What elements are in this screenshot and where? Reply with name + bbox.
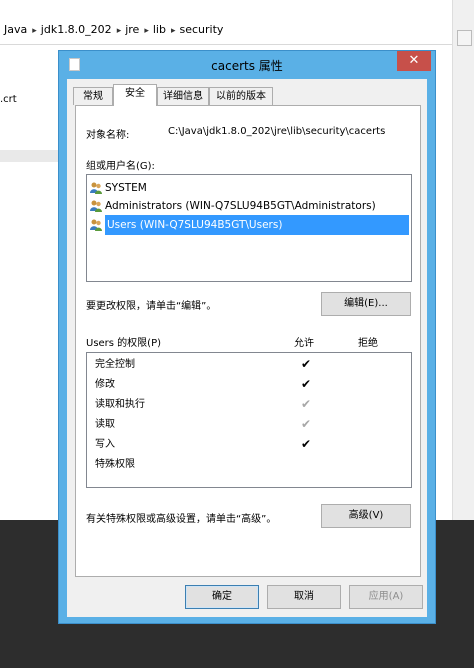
breadcrumb-item[interactable]: jre [125,23,139,36]
tab-security[interactable]: 安全 [113,84,157,106]
deny-header: 拒绝 [358,338,378,349]
address-bar[interactable]: Java ▸ jdk1.8.0_202 ▸ jre ▸ lib ▸ security [0,14,452,45]
allow-header: 允许 [294,338,314,349]
group-name: Users (WIN-Q7SLU94B5GT\Users) [105,215,409,235]
tab-general[interactable]: 常规 [73,87,113,105]
users-icon [89,218,103,232]
checkmark-icon: ✔ [301,417,312,431]
permission-name: 修改 [95,379,115,390]
list-item[interactable]: Administrators (WIN-Q7SLU94B5GT\Administ… [89,197,376,215]
advanced-button[interactable]: 高级(V) [321,504,411,528]
permissions-label: Users 的权限(P) [86,338,162,349]
chevron-right-icon: ▸ [32,26,37,36]
scroll-up-button[interactable] [457,30,472,46]
ok-button[interactable]: 确定 [185,585,259,609]
users-icon [89,181,103,195]
close-icon: ✕ [408,53,420,68]
breadcrumb-item[interactable]: Java [4,23,27,36]
groups-label: 组或用户名(G): [86,161,155,172]
checkmark-icon: ✔ [301,357,312,371]
permission-name: 特殊权限 [95,459,135,470]
cancel-button[interactable]: 取消 [267,585,341,609]
close-button[interactable]: ✕ [397,51,431,71]
permission-name: 读取和执行 [95,399,145,410]
group-name: SYSTEM [105,182,147,194]
security-tab-panel: 对象名称: C:\Java\jdk1.8.0_202\jre\lib\secur… [75,105,421,577]
permission-row: 特殊权限 [95,455,135,475]
permission-row: 写入 [95,435,115,455]
permission-name: 写入 [95,439,115,450]
scrollbar[interactable] [452,0,474,520]
edit-button[interactable]: 编辑(E)... [321,292,411,316]
list-item-selected[interactable]: Users (WIN-Q7SLU94B5GT\Users) [89,215,411,235]
properties-dialog: cacerts 属性 ✕ 常规 安全 详细信息 以前的版本 对象名称: C:\J… [58,50,436,624]
object-name-value: C:\Java\jdk1.8.0_202\jre\lib\security\ca… [168,126,386,137]
selection-strip [0,150,60,162]
object-name-label: 对象名称: [86,130,130,141]
file-name-fragment[interactable]: .crt [0,94,17,105]
permission-row: 读取 [95,415,115,435]
chevron-right-icon: ▸ [116,26,122,36]
checkmark-icon: ✔ [301,377,312,391]
breadcrumb-item[interactable]: jdk1.8.0_202 [41,23,112,36]
groups-listbox[interactable]: SYSTEM Administrators (WIN-Q7SLU94B5GT\A… [86,174,412,282]
list-item[interactable]: SYSTEM [89,179,147,197]
permission-row: 读取和执行 [95,395,145,415]
change-hint: 要更改权限，请单击“编辑”。 [86,301,217,312]
permission-name: 读取 [95,419,115,430]
permission-row: 完全控制 [95,355,135,375]
tab-details[interactable]: 详细信息 [157,87,209,105]
dialog-client: 常规 安全 详细信息 以前的版本 对象名称: C:\Java\jdk1.8.0_… [67,79,427,617]
advanced-hint: 有关特殊权限或高级设置，请单击“高级”。 [86,514,277,525]
checkmark-icon: ✔ [301,397,312,411]
dialog-title: cacerts 属性 [211,59,283,73]
apply-button[interactable]: 应用(A) [349,585,423,609]
breadcrumb-item[interactable]: security [180,23,224,36]
group-name: Administrators (WIN-Q7SLU94B5GT\Administ… [105,200,376,212]
permission-row: 修改 [95,375,115,395]
title-bar[interactable]: cacerts 属性 ✕ [59,51,435,79]
breadcrumb: Java ▸ jdk1.8.0_202 ▸ jre ▸ lib ▸ security [4,23,227,36]
chevron-right-icon: ▸ [170,26,176,36]
users-icon [89,199,103,213]
tab-previous-versions[interactable]: 以前的版本 [209,87,273,105]
breadcrumb-item[interactable]: lib [153,23,166,36]
checkmark-icon: ✔ [301,437,312,451]
chevron-right-icon: ▸ [144,26,149,36]
permission-name: 完全控制 [95,359,135,370]
permissions-list[interactable]: 完全控制 ✔ 修改 ✔ 读取和执行 ✔ 读取 ✔ 写入 ✔ 特殊权限 [86,352,412,488]
